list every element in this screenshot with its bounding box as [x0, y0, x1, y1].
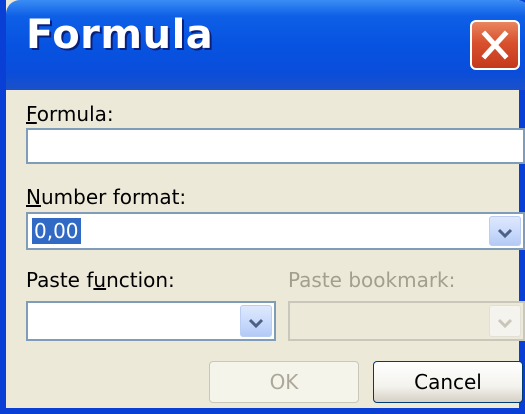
chevron-down-icon	[248, 318, 264, 329]
number-format-label: Number format:	[26, 185, 187, 209]
cancel-button-label: Cancel	[414, 370, 482, 394]
formula-label: Formula:	[26, 102, 114, 126]
number-format-select[interactable]: 0,00	[26, 212, 525, 250]
chevron-down-icon	[497, 228, 513, 239]
paste-function-select[interactable]	[26, 301, 276, 341]
ok-button-label: OK	[269, 370, 299, 394]
close-button[interactable]	[470, 20, 520, 70]
number-format-value: 0,00	[32, 218, 81, 244]
paste-bookmark-dropdown-button[interactable]	[489, 305, 521, 337]
cancel-button[interactable]: Cancel	[373, 361, 523, 403]
close-icon	[481, 30, 509, 60]
paste-function-label: Paste function:	[26, 268, 175, 292]
ok-button[interactable]: OK	[209, 361, 359, 403]
paste-bookmark-label: Paste bookmark:	[288, 268, 456, 292]
paste-function-dropdown-button[interactable]	[240, 305, 272, 337]
title-bar[interactable]: Formula	[6, 0, 525, 90]
chevron-down-icon	[497, 318, 513, 329]
formula-input[interactable]	[26, 128, 525, 164]
formula-dialog: Formula Formula: Number format: 0,00 Pas…	[0, 0, 525, 414]
number-format-dropdown-button[interactable]	[489, 216, 521, 246]
paste-bookmark-select[interactable]	[288, 301, 525, 341]
dialog-title: Formula	[26, 12, 214, 58]
